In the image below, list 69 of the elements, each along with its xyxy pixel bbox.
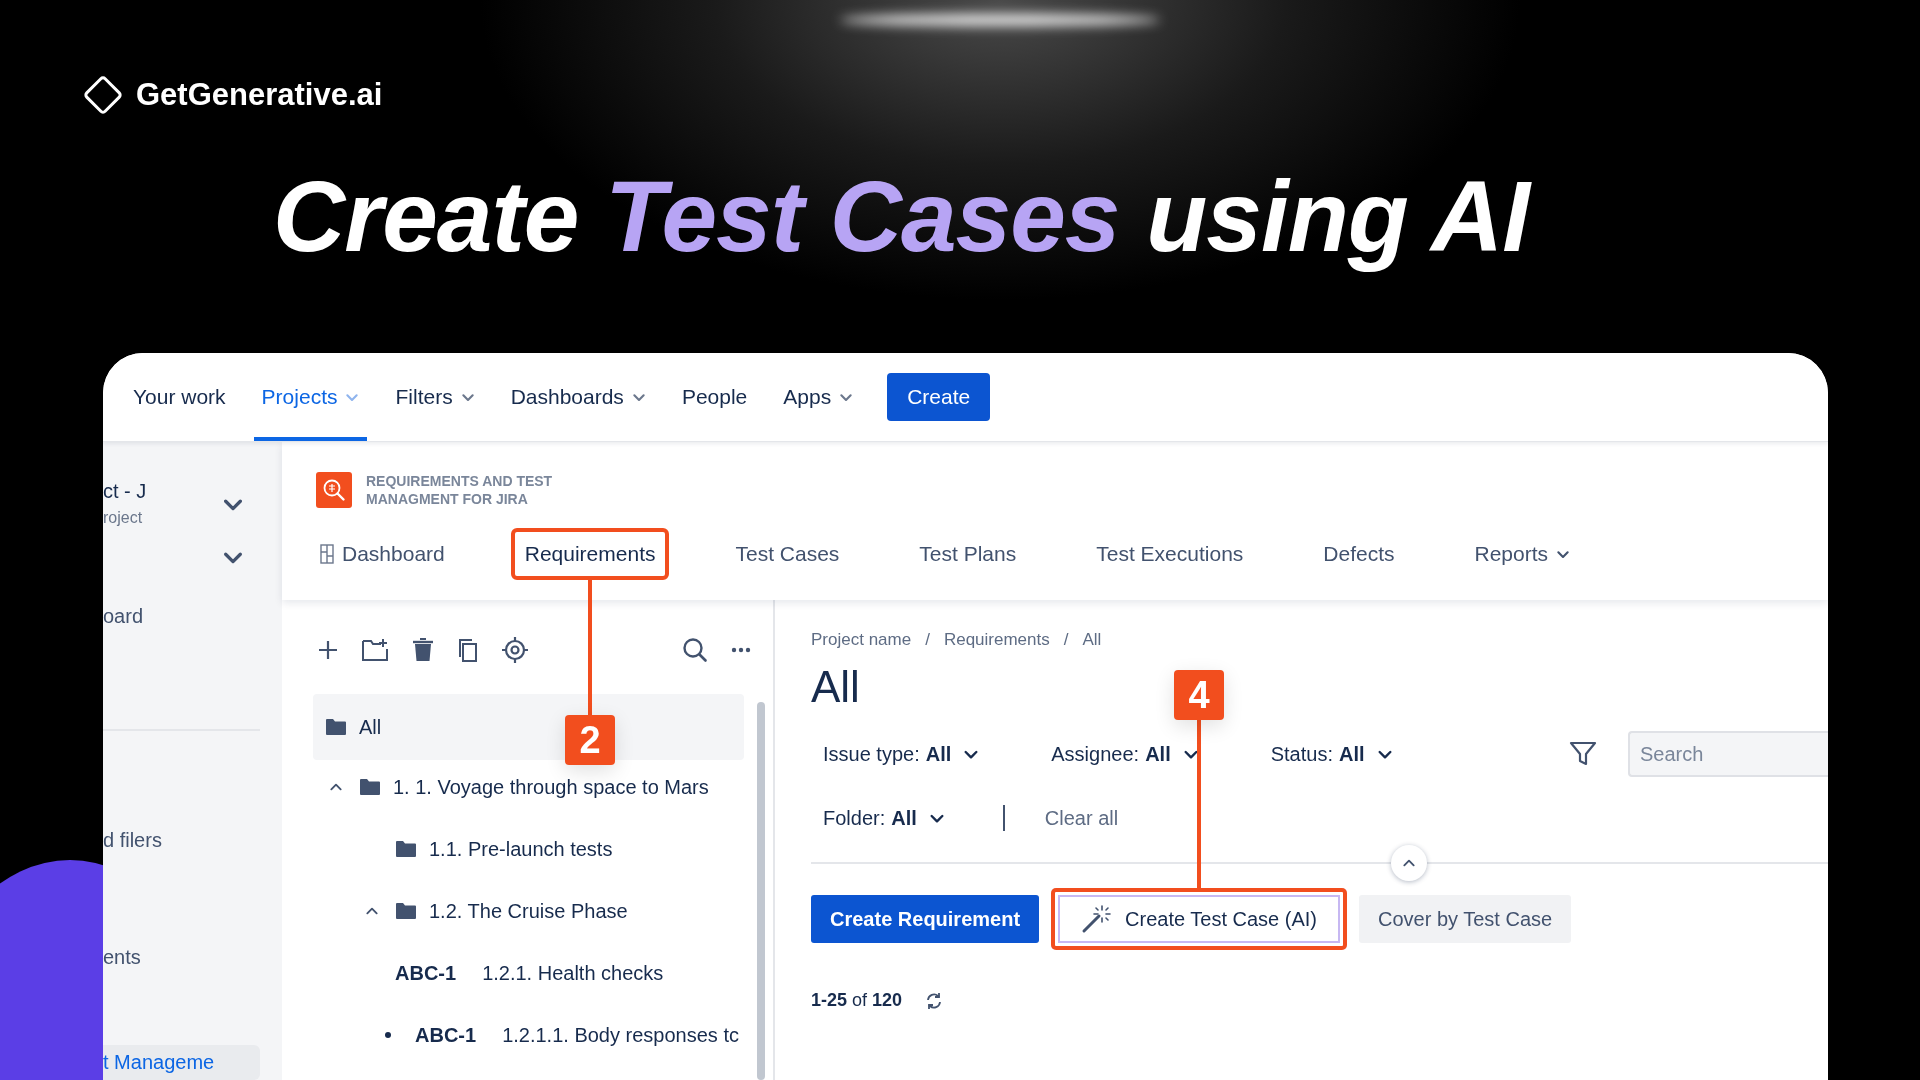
folder-icon — [325, 718, 347, 736]
breadcrumb-link[interactable]: Project name — [811, 630, 912, 650]
filter-dropdown[interactable]: Issue type: All — [823, 742, 980, 766]
folder-icon — [359, 778, 381, 796]
trash-icon[interactable] — [411, 637, 435, 663]
callout-badge: 4 — [1174, 670, 1225, 720]
breadcrumb-separator: / — [1063, 630, 1069, 650]
action-button[interactable]: Create Requirement — [811, 895, 1040, 943]
breadcrumb-link[interactable]: All — [1082, 630, 1102, 650]
folder-name: 1. 1. Voyage through space to Mars — [393, 775, 709, 799]
nav-item[interactable]: Your work — [125, 353, 234, 441]
issue-key: ABC-1 — [395, 961, 457, 985]
tab[interactable]: Reports — [1460, 528, 1585, 580]
tree-row[interactable]: ABC-1 1.2.1. Health checks — [313, 942, 744, 1004]
tab[interactable]: Dashboard — [306, 528, 459, 580]
bullet-icon — [385, 1032, 391, 1038]
create-button[interactable]: Create — [887, 373, 991, 421]
tree-row[interactable]: ABC-1 1.2.1.1. Body responses tc — [313, 1004, 744, 1066]
app-logo-icon — [316, 472, 352, 508]
folder-name: 1.1. Pre-launch tests — [429, 837, 613, 861]
folder-name: 1.2. The Cruise Phase — [429, 899, 628, 923]
target-icon[interactable] — [501, 636, 529, 664]
filter-dropdown[interactable]: Folder: All — [823, 806, 945, 830]
nav-item[interactable]: People — [673, 353, 756, 441]
pagination-range: 1-25 of 120 — [811, 990, 903, 1011]
tree-row[interactable]: 1.1. Pre-launch tests — [313, 818, 744, 880]
action-button[interactable]: Cover by Test Case — [1359, 895, 1572, 943]
folder-icon — [395, 902, 417, 920]
folder-name: All — [359, 715, 382, 739]
folder-icon — [395, 840, 417, 858]
tab[interactable]: Test Cases — [721, 528, 854, 580]
dashboard-icon — [320, 544, 334, 564]
breadcrumb-link[interactable]: Requirements — [943, 630, 1050, 650]
tab[interactable]: Requirements — [510, 528, 670, 580]
new-folder-icon[interactable] — [361, 637, 389, 663]
app-name: REQUIREMENTS AND TEST MANAGMENT FOR JIRA — [366, 472, 554, 508]
tree-row[interactable]: 1.2. The Cruise Phase — [313, 880, 744, 942]
callout-badge: 2 — [565, 715, 616, 765]
clear-all-link[interactable]: Clear all — [1044, 806, 1119, 830]
tab[interactable]: Defects — [1309, 528, 1409, 580]
issue-title: 1.2.1. Health checks — [482, 961, 664, 985]
sidebar-item[interactable]: ents — [103, 939, 282, 975]
project-type: roject — [103, 509, 144, 528]
tab[interactable]: Test Plans — [905, 528, 1031, 580]
sidebar-item[interactable]: d filers — [103, 822, 282, 858]
tab[interactable]: Test Executions — [1082, 528, 1258, 580]
action-button[interactable]: Create Test Case (AI) — [1051, 888, 1347, 950]
issue-title: 1.2.1.1. Body responses tc — [502, 1023, 739, 1047]
scrollbar[interactable] — [757, 702, 765, 1080]
search-icon[interactable] — [681, 636, 709, 664]
copy-icon[interactable] — [457, 637, 479, 663]
filter-dropdown[interactable]: Assignee: All — [1051, 742, 1199, 766]
collapse-toggle[interactable] — [1391, 845, 1427, 881]
search-field[interactable]: Search — [1628, 731, 1828, 777]
headline: Create Test Cases using AI — [263, 154, 1553, 279]
sidebar-item[interactable]: oard — [103, 599, 282, 635]
filter-dropdown[interactable]: Status: All — [1270, 742, 1393, 766]
page-title: All — [811, 662, 860, 712]
nav-item[interactable]: Dashboards — [502, 353, 654, 441]
breadcrumb-separator: / — [925, 630, 930, 650]
more-icon[interactable] — [731, 647, 751, 653]
nav-item[interactable]: Filters — [387, 353, 483, 441]
sidebar-item[interactable]: t Manageme — [103, 1044, 260, 1080]
project-name: ct - J — [103, 480, 147, 504]
add-icon[interactable] — [317, 639, 339, 661]
brand-name: GetGenerative.ai — [136, 77, 383, 113]
nav-item[interactable]: Apps — [775, 353, 862, 441]
issue-key: ABC-1 — [415, 1023, 477, 1047]
magic-wand-icon — [1081, 904, 1112, 934]
